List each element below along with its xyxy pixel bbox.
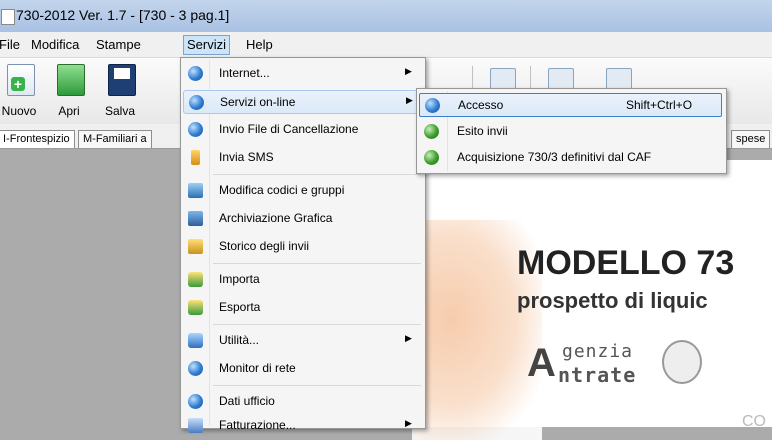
- submenu-arrow-icon: ▶: [405, 333, 412, 343]
- menu-separator: [213, 263, 421, 264]
- menu-item-label: Fatturazione...: [219, 418, 296, 432]
- agenzia-logo-text-2: ntrate: [558, 363, 637, 387]
- menu-item-label: Invia SMS: [219, 150, 274, 164]
- globe-green-icon: [424, 150, 439, 165]
- document-page: MODELLO 73 prospetto di liquic A genzia …: [412, 160, 772, 440]
- submenu-item-esito-invii[interactable]: Esito invii: [419, 120, 722, 144]
- menu-separator: [213, 324, 421, 325]
- submenu-arrow-icon: ▶: [406, 95, 413, 105]
- billing-icon: [188, 418, 203, 433]
- menu-item-fatturazione[interactable]: Fatturazione... ▶: [183, 414, 421, 438]
- menu-item-label: Invio File di Cancellazione: [219, 122, 359, 136]
- document-footer-text: CO: [742, 413, 766, 430]
- menu-separator: [213, 385, 421, 386]
- submenu-item-label: Accesso: [458, 98, 504, 112]
- tab-familiari[interactable]: M-Familiari a: [78, 130, 152, 148]
- menu-separator: [213, 174, 421, 175]
- menu-bar: File Modifica Stampe Servizi Help: [0, 32, 772, 58]
- menu-item-label: Esporta: [219, 300, 261, 314]
- edit-codes-icon: [188, 183, 203, 198]
- menu-modifica[interactable]: Modifica: [28, 36, 82, 54]
- network-monitor-icon: [188, 361, 203, 376]
- globe-icon: [189, 95, 204, 110]
- window-title: 730-2012 Ver. 1.7 - [730 - 3 pag.1]: [16, 7, 230, 23]
- tab-spese[interactable]: spese: [731, 130, 771, 148]
- menu-item-label: Monitor di rete: [219, 361, 296, 375]
- menu-item-label: Importa: [219, 272, 260, 286]
- new-button[interactable]: + Nuovo: [0, 60, 41, 122]
- submenu-item-shortcut: Shift+Ctrl+O: [626, 98, 693, 112]
- office-data-icon: [188, 394, 203, 409]
- save-button-label: Salva: [104, 104, 136, 118]
- menu-item-label: Internet...: [219, 66, 270, 80]
- phone-icon: [191, 150, 200, 165]
- globe-green-icon: [424, 124, 439, 139]
- menu-item-label: Dati ufficio: [219, 394, 275, 408]
- menu-item-storico-invii[interactable]: Storico degli invii: [183, 235, 421, 259]
- new-document-icon: +: [7, 64, 35, 96]
- history-icon: [188, 239, 203, 254]
- open-button[interactable]: Apri: [47, 60, 91, 122]
- document-subtitle: prospetto di liquic: [517, 288, 708, 313]
- menu-help[interactable]: Help: [243, 36, 276, 54]
- republic-seal-icon: [662, 340, 702, 384]
- document-title: MODELLO 73: [517, 244, 735, 282]
- submenu-item-label: Esito invii: [457, 124, 508, 138]
- servizi-dropdown-menu: Internet... ▶ Servizi on-line ▶ Invio Fi…: [180, 57, 426, 433]
- save-disk-icon: [108, 64, 136, 96]
- menu-item-importa[interactable]: Importa: [183, 268, 421, 292]
- submenu-item-label: Acquisizione 730/3 definitivi dal CAF: [457, 150, 652, 164]
- globe-send-icon: [188, 122, 203, 137]
- menu-item-modifica-codici[interactable]: Modifica codici e gruppi: [183, 179, 421, 203]
- menu-servizi[interactable]: Servizi: [183, 35, 231, 55]
- menu-item-archiviazione-grafica[interactable]: Archiviazione Grafica: [183, 207, 421, 231]
- menu-item-label: Archiviazione Grafica: [219, 211, 333, 225]
- menu-stampe[interactable]: Stampe: [93, 36, 144, 54]
- menu-item-internet[interactable]: Internet... ▶: [183, 62, 421, 86]
- submenu-item-accesso[interactable]: Accesso Shift+Ctrl+O: [419, 93, 722, 117]
- new-button-label: Nuovo: [1, 104, 37, 118]
- menu-item-servizi-online[interactable]: Servizi on-line ▶: [183, 90, 421, 114]
- tab-frontespizio[interactable]: I-Frontespizio: [0, 130, 75, 148]
- globe-icon: [425, 98, 440, 113]
- submenu-arrow-icon: ▶: [405, 66, 412, 76]
- menu-item-label: Storico degli invii: [219, 239, 310, 253]
- submenu-arrow-icon: ▶: [405, 418, 412, 428]
- app-icon: [1, 9, 15, 25]
- menu-item-utilita[interactable]: Utilità... ▶: [183, 329, 421, 353]
- servizi-online-submenu: Accesso Shift+Ctrl+O Esito invii Acquisi…: [416, 88, 727, 174]
- open-button-label: Apri: [58, 104, 80, 118]
- menu-item-dati-ufficio[interactable]: Dati ufficio: [183, 390, 421, 414]
- menu-item-esporta[interactable]: Esporta: [183, 296, 421, 320]
- import-icon: [188, 272, 203, 287]
- menu-item-invio-file-cancellazione[interactable]: Invio File di Cancellazione: [183, 118, 421, 142]
- submenu-item-acquisizione-730-3[interactable]: Acquisizione 730/3 definitivi dal CAF: [419, 146, 722, 170]
- menu-item-label: Servizi on-line: [220, 95, 296, 109]
- open-folder-icon: [57, 64, 85, 96]
- menu-item-invia-sms[interactable]: Invia SMS: [183, 146, 421, 170]
- menu-item-label: Utilità...: [219, 333, 260, 347]
- archive-icon: [188, 211, 203, 226]
- agenzia-logo-text-1: genzia: [562, 341, 634, 362]
- menu-item-label: Modifica codici e gruppi: [219, 183, 345, 197]
- menu-item-monitor-rete[interactable]: Monitor di rete: [183, 357, 421, 381]
- save-button[interactable]: Salva: [98, 60, 142, 122]
- title-bar: 730-2012 Ver. 1.7 - [730 - 3 pag.1]: [0, 0, 772, 32]
- globe-icon: [188, 66, 203, 81]
- menu-file[interactable]: File: [0, 36, 23, 54]
- export-icon: [188, 300, 203, 315]
- utility-icon: [188, 333, 203, 348]
